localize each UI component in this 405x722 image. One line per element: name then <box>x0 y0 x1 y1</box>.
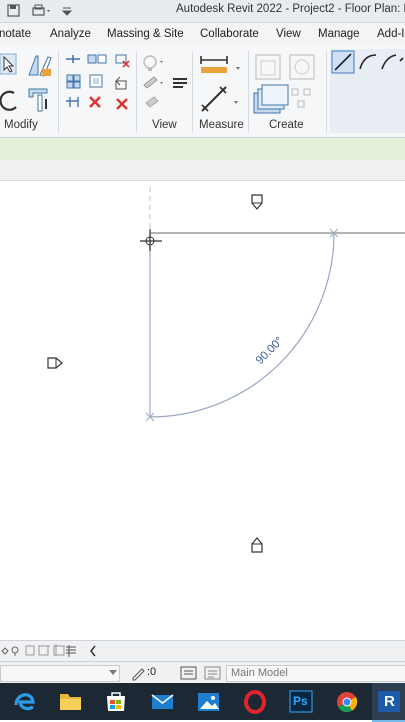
panel-separator <box>136 51 137 133</box>
status-bar: :0 Main Model <box>0 661 405 683</box>
create-tools <box>252 51 322 117</box>
reveal-hidden-icon <box>66 645 76 657</box>
elevation-marker-south-icon[interactable] <box>251 537 263 553</box>
tab-collaborate[interactable]: Collaborate <box>200 28 259 40</box>
paint-icon[interactable] <box>26 53 54 79</box>
tab-analyze[interactable]: Analyze <box>50 28 91 40</box>
ribbon-panels: Modify View Measure Create <box>0 45 405 138</box>
shadows-icon <box>25 645 35 656</box>
photoshop-icon[interactable]: Ps <box>284 683 318 720</box>
sun-path-icon <box>11 646 19 656</box>
elevation-marker-west-icon[interactable] <box>47 357 63 369</box>
panel-label-modify: Modify <box>4 119 38 131</box>
align-icon <box>66 55 80 63</box>
drawing-canvas[interactable]: 90.00° <box>0 181 405 639</box>
panel-label-measure: Measure <box>199 119 244 131</box>
save-icon[interactable] <box>6 3 22 18</box>
exclude-options-icon[interactable] <box>204 665 222 681</box>
tab-add-ins[interactable]: Add-I <box>377 28 405 40</box>
modify-tools-grid <box>64 53 112 117</box>
options-bar <box>0 138 405 160</box>
temporary-hide-icon <box>53 644 65 656</box>
photoshop-label: Ps <box>293 694 308 708</box>
chevron-down-icon <box>109 670 117 675</box>
revit-taskbar-button[interactable]: R <box>372 683 405 722</box>
door-swing-arc[interactable] <box>149 232 335 418</box>
revit-icon: R <box>384 693 395 710</box>
chrome-icon[interactable] <box>330 683 364 720</box>
opera-icon[interactable] <box>238 683 272 720</box>
model-selector-label: Main Model <box>231 667 288 679</box>
edge-icon[interactable] <box>6 683 40 720</box>
modify-tools-grid-2 <box>113 53 133 117</box>
worksets-count: :0 <box>147 666 157 678</box>
print-icon[interactable] <box>30 3 50 18</box>
tab-manage[interactable]: Manage <box>318 28 360 40</box>
panel-label-view: View <box>152 119 177 131</box>
draw-panel <box>330 49 405 133</box>
measure-tools <box>198 53 244 117</box>
view-tools <box>140 53 192 117</box>
mail-icon[interactable] <box>145 683 179 720</box>
title-bar: Autodesk Revit 2022 - Project2 - Floor P… <box>0 0 405 23</box>
visual-style-icon <box>1 647 9 655</box>
photos-icon[interactable] <box>191 683 225 720</box>
elevation-marker-north-icon[interactable] <box>251 194 263 210</box>
view-tab-strip <box>0 160 405 181</box>
editable-only-icon[interactable] <box>130 665 146 681</box>
window-title: Autodesk Revit 2022 - Project2 - Floor P… <box>176 3 405 15</box>
panel-separator <box>326 51 327 133</box>
workset-dropdown[interactable] <box>0 665 120 682</box>
tab-massing-site[interactable]: Massing & Site <box>107 28 184 40</box>
panel-separator <box>58 51 59 133</box>
ribbon-tabs: notate Analyze Massing & Site Collaborat… <box>0 23 405 45</box>
customize-qat-icon[interactable] <box>60 3 76 18</box>
design-options-icon[interactable] <box>180 665 198 681</box>
file-explorer-icon[interactable] <box>53 683 87 720</box>
select-cursor-icon[interactable] <box>0 51 20 77</box>
view-control-bar <box>0 640 405 661</box>
panel-separator <box>248 51 249 133</box>
panel-label-create: Create <box>269 119 304 131</box>
join-geometry-icon[interactable] <box>26 85 54 113</box>
tab-view[interactable]: View <box>276 28 301 40</box>
taskbar: Ps R <box>0 683 405 722</box>
model-selector[interactable]: Main Model <box>226 665 405 682</box>
crop-icon <box>38 645 50 656</box>
panel-separator <box>192 51 193 133</box>
rotate-icon[interactable] <box>0 87 20 113</box>
collapse-chevron-icon <box>90 645 96 657</box>
store-icon[interactable] <box>99 683 133 720</box>
crosshair-cursor-icon <box>140 229 162 251</box>
tab-annotate[interactable]: notate <box>0 28 31 40</box>
